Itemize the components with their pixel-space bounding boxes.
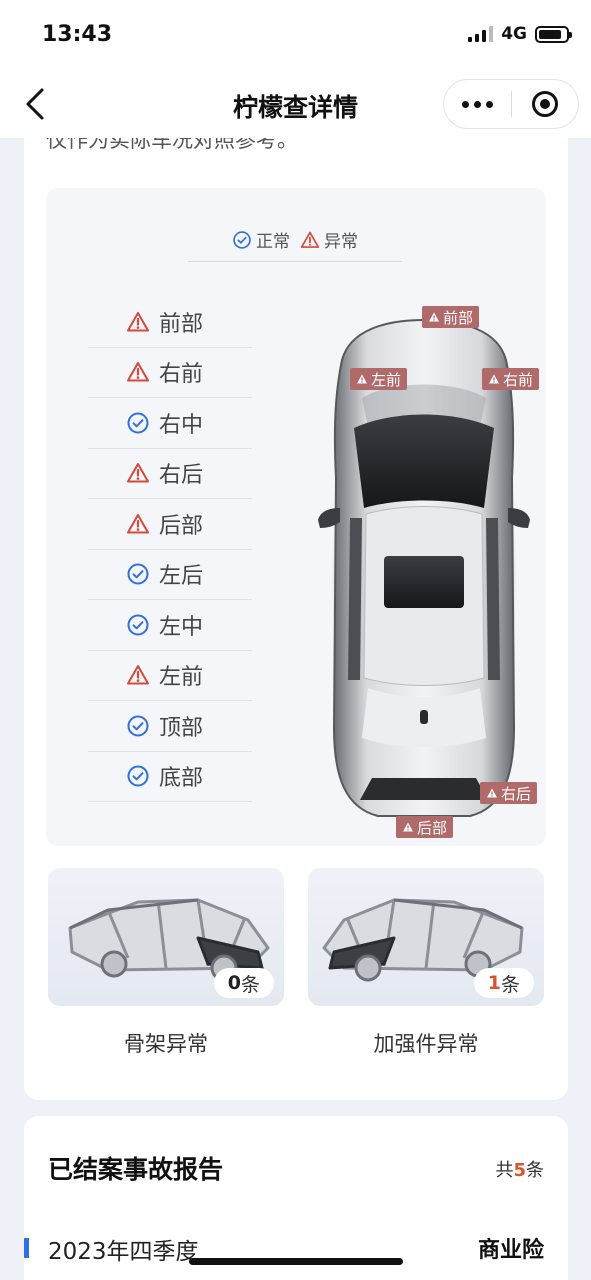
part-row: 右中 [88, 398, 252, 449]
frame-label-reinforcement: 加强件异常 [373, 1032, 479, 1056]
network-type: 4G [501, 24, 527, 44]
frame-count-reinforcement: 1 条 [473, 968, 534, 998]
part-label: 左后 [159, 564, 204, 590]
part-label: 左前 [159, 665, 204, 691]
part-label: 前部 [159, 311, 204, 337]
signal-icon [468, 26, 494, 42]
part-label: 顶部 [159, 715, 204, 741]
report-total-prefix: 共 [495, 1160, 514, 1181]
report-total-suffix: 条 [526, 1160, 544, 1181]
car-tag-right-rear: 右后 [480, 782, 538, 804]
part-row: 顶部 [88, 701, 252, 752]
frame-label-skeleton: 骨架异常 [124, 1032, 208, 1056]
part-label: 左中 [159, 614, 204, 640]
warning-triangle-icon [126, 512, 150, 536]
quarter-label: 2023年四季度 [48, 1239, 199, 1265]
report-total: 共5条 [495, 1156, 544, 1182]
car-top-view: 前部 左前 右前 右后 后部 [302, 306, 546, 838]
car-tag-right-front: 右前 [482, 368, 540, 390]
insurance-type: 商业险 [477, 1238, 544, 1263]
part-row: 右前 [88, 348, 252, 398]
car-tag-front: 前部 [422, 306, 480, 328]
intro-note: 仅作为实际车况对照参考。 [46, 138, 298, 152]
warning-triangle-icon [126, 663, 150, 687]
report-title: 已结案事故报告 [48, 1155, 224, 1184]
quarter-marker [24, 1238, 29, 1258]
warning-triangle-icon [126, 310, 150, 334]
legend-normal: 正常 [232, 227, 290, 252]
part-row: 左中 [88, 600, 252, 651]
check-circle-icon [126, 714, 150, 738]
check-circle-icon [232, 230, 252, 250]
frame-count-reinforcement-value: 1 [487, 972, 501, 994]
car-tag-rear-label: 后部 [417, 818, 448, 837]
check-circle-icon [126, 562, 150, 586]
part-label: 右中 [159, 412, 204, 438]
warning-triangle-icon [126, 461, 150, 485]
check-circle-icon [126, 613, 150, 637]
part-label: 右前 [159, 362, 204, 388]
accident-report-card: 已结案事故报告 共5条 2023年四季度 商业险 [24, 1116, 568, 1280]
frame-count-skeleton: 0 条 [213, 968, 274, 998]
battery-level [539, 29, 562, 39]
warning-triangle-icon [126, 360, 150, 384]
frame-card-skeleton[interactable]: 0 条 [48, 868, 284, 1006]
part-row: 后部 [88, 499, 252, 550]
legend-abnormal: 异常 [300, 227, 358, 252]
legend-normal-label: 正常 [256, 232, 290, 252]
frame-count-reinforcement-unit: 条 [500, 973, 520, 996]
part-row: 底部 [88, 752, 252, 802]
car-tag-rear: 后部 [396, 816, 454, 838]
status-bar: 13:43 4G [0, 0, 591, 72]
part-label: 底部 [159, 766, 204, 792]
status-time: 13:43 [42, 22, 113, 47]
part-label: 右后 [159, 463, 204, 489]
target-icon[interactable] [512, 91, 579, 117]
legend-abnormal-label: 异常 [324, 232, 358, 252]
part-row: 前部 [88, 297, 252, 348]
status-indicators: 4G [468, 24, 572, 44]
parts-list: 前部右前右中右后后部左后左中左前顶部底部 [88, 297, 252, 802]
part-row: 右后 [88, 449, 252, 499]
car-tag-left-front: 左前 [350, 368, 408, 390]
frame-card-reinforcement[interactable]: 1 条 [308, 868, 544, 1006]
report-total-count: 5 [513, 1160, 526, 1181]
part-label: 后部 [159, 513, 204, 539]
check-circle-icon [126, 411, 150, 435]
part-row: 左后 [88, 550, 252, 600]
car-tag-left-front-label: 左前 [371, 370, 402, 389]
part-row: 左前 [88, 651, 252, 701]
battery-icon [535, 25, 572, 43]
body-diagram-panel: 正常 异常 前部 右前 右中 右后 后部 左后 左中 左前 顶部 底部 前部 左… [46, 188, 546, 846]
mini-program-capsule [443, 79, 579, 129]
car-tag-front-label: 前部 [443, 308, 474, 327]
more-dots-icon[interactable] [444, 100, 511, 108]
status-legend: 正常 异常 [188, 218, 402, 262]
condition-card: 仅作为实际车况对照参考。 正常 异常 前部 右前 右中 右后 后部 左后 左中 左前 顶部 底部 [24, 138, 568, 1100]
car-tag-right-rear-label: 右后 [501, 784, 532, 803]
check-circle-icon [126, 764, 150, 788]
frame-count-skeleton-value: 0 [227, 972, 241, 994]
home-indicator [189, 1258, 403, 1265]
frame-count-skeleton-unit: 条 [240, 973, 260, 996]
car-tag-right-front-label: 右前 [503, 370, 534, 389]
navigation-bar: 柠檬查详情 [0, 72, 591, 138]
warning-triangle-icon [300, 230, 320, 250]
